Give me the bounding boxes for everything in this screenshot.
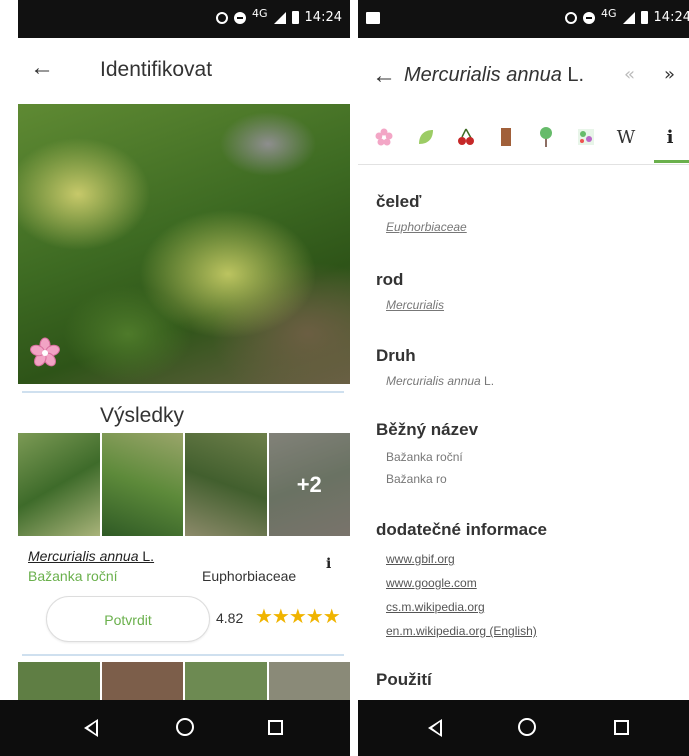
result-thumbnail[interactable] — [268, 662, 350, 702]
common-name-value: Bažanka roční — [386, 450, 463, 464]
genus-value[interactable]: Mercurialis — [386, 298, 444, 312]
link-gbif[interactable]: www.gbif.org — [386, 552, 455, 566]
latin-author-text: L. — [138, 548, 155, 564]
hotspot-icon — [216, 11, 228, 24]
signal-icon — [273, 11, 286, 24]
tree-icon[interactable] — [534, 124, 558, 150]
nav-home-icon[interactable] — [518, 718, 536, 736]
battery-icon — [291, 11, 299, 24]
leaf-icon[interactable] — [414, 124, 438, 150]
hotspot-icon — [565, 11, 577, 24]
result-common-name: Bažanka roční — [28, 568, 118, 584]
next-result-thumbnails — [18, 662, 350, 702]
usage-label: Použití — [376, 670, 432, 689]
detail-tabs: W i — [358, 110, 689, 164]
status-bar: 4G 14:24 — [358, 0, 689, 38]
fruit-icon[interactable] — [454, 124, 478, 150]
common-name-label: Běžný název — [376, 420, 479, 439]
link-en-wikipedia[interactable]: en.m.wikipedia.org (English) — [386, 624, 537, 638]
species-value: Mercurialis annua L. — [386, 374, 494, 388]
do-not-disturb-icon — [234, 11, 246, 24]
clock: 14:24 — [653, 10, 689, 25]
species-latin: Mercurialis annua — [386, 374, 481, 388]
back-arrow-icon[interactable]: ← — [372, 62, 396, 90]
title-latin: Mercurialis annua — [404, 64, 562, 86]
battery-icon — [640, 11, 648, 24]
rating-stars: ★★★★★ — [255, 606, 341, 628]
bark-icon[interactable] — [494, 124, 518, 150]
status-bar: 4G 14:24 — [0, 0, 350, 38]
network-type: 4G — [252, 7, 268, 20]
link-google[interactable]: www.google.com — [386, 576, 477, 590]
next-species-button[interactable]: » — [664, 64, 675, 85]
back-arrow-icon[interactable]: ← — [30, 54, 54, 82]
confirm-button[interactable]: Potvrdit — [46, 596, 210, 642]
info-icon[interactable]: i — [658, 124, 682, 150]
result-thumbnail[interactable] — [18, 433, 100, 536]
page-title: Identifikovat — [100, 58, 213, 81]
network-type: 4G — [601, 7, 617, 20]
nav-bar — [0, 700, 350, 756]
flower-icon[interactable] — [28, 336, 62, 370]
divider — [22, 391, 344, 393]
nav-back-icon[interactable] — [84, 719, 98, 737]
title-author: L. — [561, 64, 585, 86]
result-thumbnail-more[interactable]: +2 — [268, 433, 350, 536]
family-value[interactable]: Euphorbiaceae — [386, 220, 467, 234]
result-thumbnail[interactable] — [185, 662, 267, 702]
result-thumbnail[interactable] — [101, 433, 183, 536]
previous-species-button[interactable]: « — [624, 64, 635, 85]
habitat-icon[interactable] — [574, 124, 598, 150]
gallery-notification-icon — [366, 12, 380, 24]
do-not-disturb-icon — [583, 11, 595, 24]
result-thumbnail[interactable] — [185, 433, 267, 536]
active-tab-indicator — [654, 160, 689, 163]
result-thumbnails: +2 — [18, 433, 350, 536]
nav-back-icon[interactable] — [428, 719, 442, 737]
family-label: čeleď — [376, 192, 422, 211]
signal-icon — [622, 11, 635, 24]
result-thumbnail[interactable] — [101, 662, 183, 702]
wikipedia-icon[interactable]: W — [614, 124, 638, 150]
left-screen: 4G 14:24 ← Identifikovat Výsledky +2 Mer… — [0, 0, 350, 756]
right-screen: 4G 14:24 ← Mercurialis annua L. « » W i … — [358, 0, 689, 756]
plant-photo[interactable] — [18, 104, 350, 384]
nav-home-icon[interactable] — [176, 718, 194, 736]
result-latin-name[interactable]: Mercurialis annua L. — [28, 548, 154, 564]
latin-name-text: Mercurialis annua — [28, 548, 139, 564]
more-count: +2 — [268, 433, 350, 536]
flower-icon[interactable] — [372, 124, 396, 150]
clock: 14:24 — [304, 10, 342, 25]
app-bar: ← Identifikovat — [18, 38, 350, 102]
results-heading: Výsledky — [100, 404, 185, 427]
result-family: Euphorbiaceae — [202, 568, 297, 584]
app-bar: ← Mercurialis annua L. « » — [358, 38, 689, 110]
info-icon[interactable]: i — [326, 556, 331, 572]
result-score: 4.82 — [216, 610, 244, 626]
species-author: L. — [480, 374, 495, 388]
species-label: Druh — [376, 346, 416, 365]
tabs-divider — [358, 164, 689, 165]
link-cs-wikipedia[interactable]: cs.m.wikipedia.org — [386, 600, 485, 614]
additional-info-label: dodatečné informace — [376, 520, 547, 539]
common-name-value: Bažanka ro — [386, 472, 447, 486]
nav-recents-icon[interactable] — [614, 720, 629, 735]
result-thumbnail[interactable] — [18, 662, 100, 702]
page-title: Mercurialis annua L. — [404, 64, 584, 87]
genus-label: rod — [376, 270, 404, 289]
nav-recents-icon[interactable] — [268, 720, 283, 735]
nav-bar — [358, 700, 689, 756]
divider — [22, 654, 344, 656]
